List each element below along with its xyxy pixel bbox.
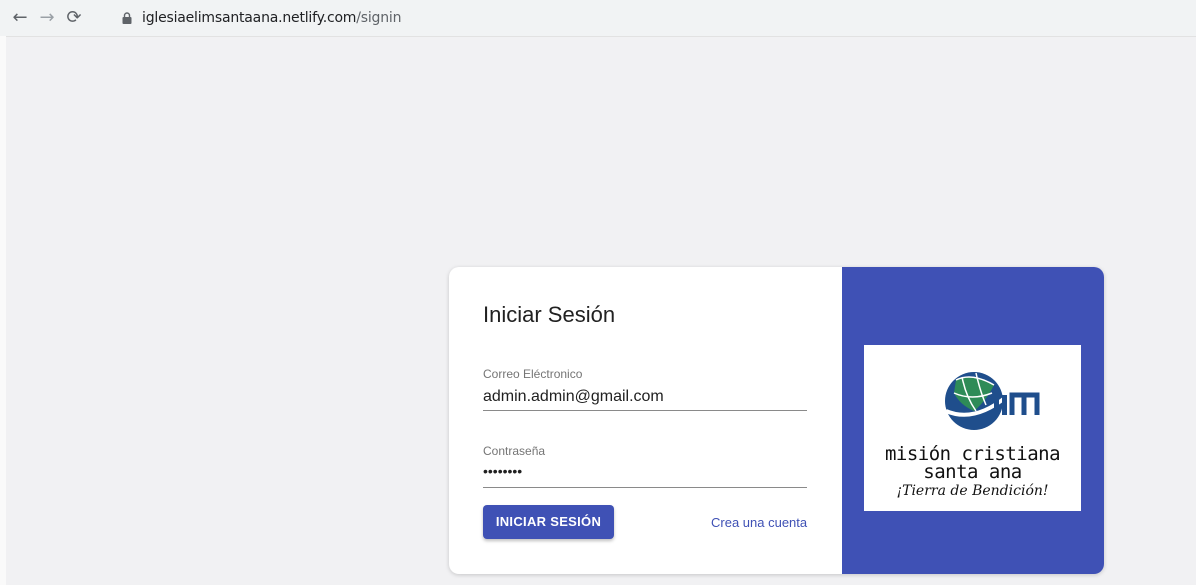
url-path: /signin xyxy=(356,10,402,26)
page-left-edge xyxy=(0,36,6,585)
url-text[interactable]: iglesiaelimsantaana.netlify.com/signin xyxy=(142,10,401,26)
password-underline xyxy=(483,487,807,488)
signin-card: Iniciar Sesión Correo Eléctronico admin.… xyxy=(449,267,1104,574)
logo-line2: santa ana xyxy=(923,461,1022,483)
email-field[interactable]: admin.admin@gmail.com xyxy=(483,388,664,406)
page-title: Iniciar Sesión xyxy=(483,302,616,327)
address-bar[interactable]: iglesiaelimsantaana.netlify.com/signin xyxy=(112,6,1192,30)
signin-button[interactable]: INICIAR SESIÓN xyxy=(483,505,614,539)
brand-panel: misión cristiana santa ana ¡Tierra de Be… xyxy=(842,267,1104,574)
email-underline xyxy=(483,410,807,411)
email-label: Correo Eléctronico xyxy=(483,367,583,381)
password-field[interactable]: •••••••• xyxy=(483,463,522,479)
globe-logo-icon xyxy=(945,372,1040,430)
logo-tagline: ¡Tierra de Bendición! xyxy=(896,483,1049,499)
create-account-link[interactable]: Crea una cuenta xyxy=(711,515,807,530)
browser-toolbar: ← → ⟳ iglesiaelimsantaana.netlify.com/si… xyxy=(0,0,1196,37)
logo: misión cristiana santa ana ¡Tierra de Be… xyxy=(864,345,1081,511)
lock-icon xyxy=(122,12,132,24)
password-label: Contraseña xyxy=(483,444,546,458)
forward-arrow-icon[interactable]: → xyxy=(36,7,58,29)
url-domain: iglesiaelimsantaana.netlify.com xyxy=(142,10,357,26)
reload-icon[interactable]: ⟳ xyxy=(63,7,85,29)
back-arrow-icon[interactable]: ← xyxy=(9,7,31,29)
